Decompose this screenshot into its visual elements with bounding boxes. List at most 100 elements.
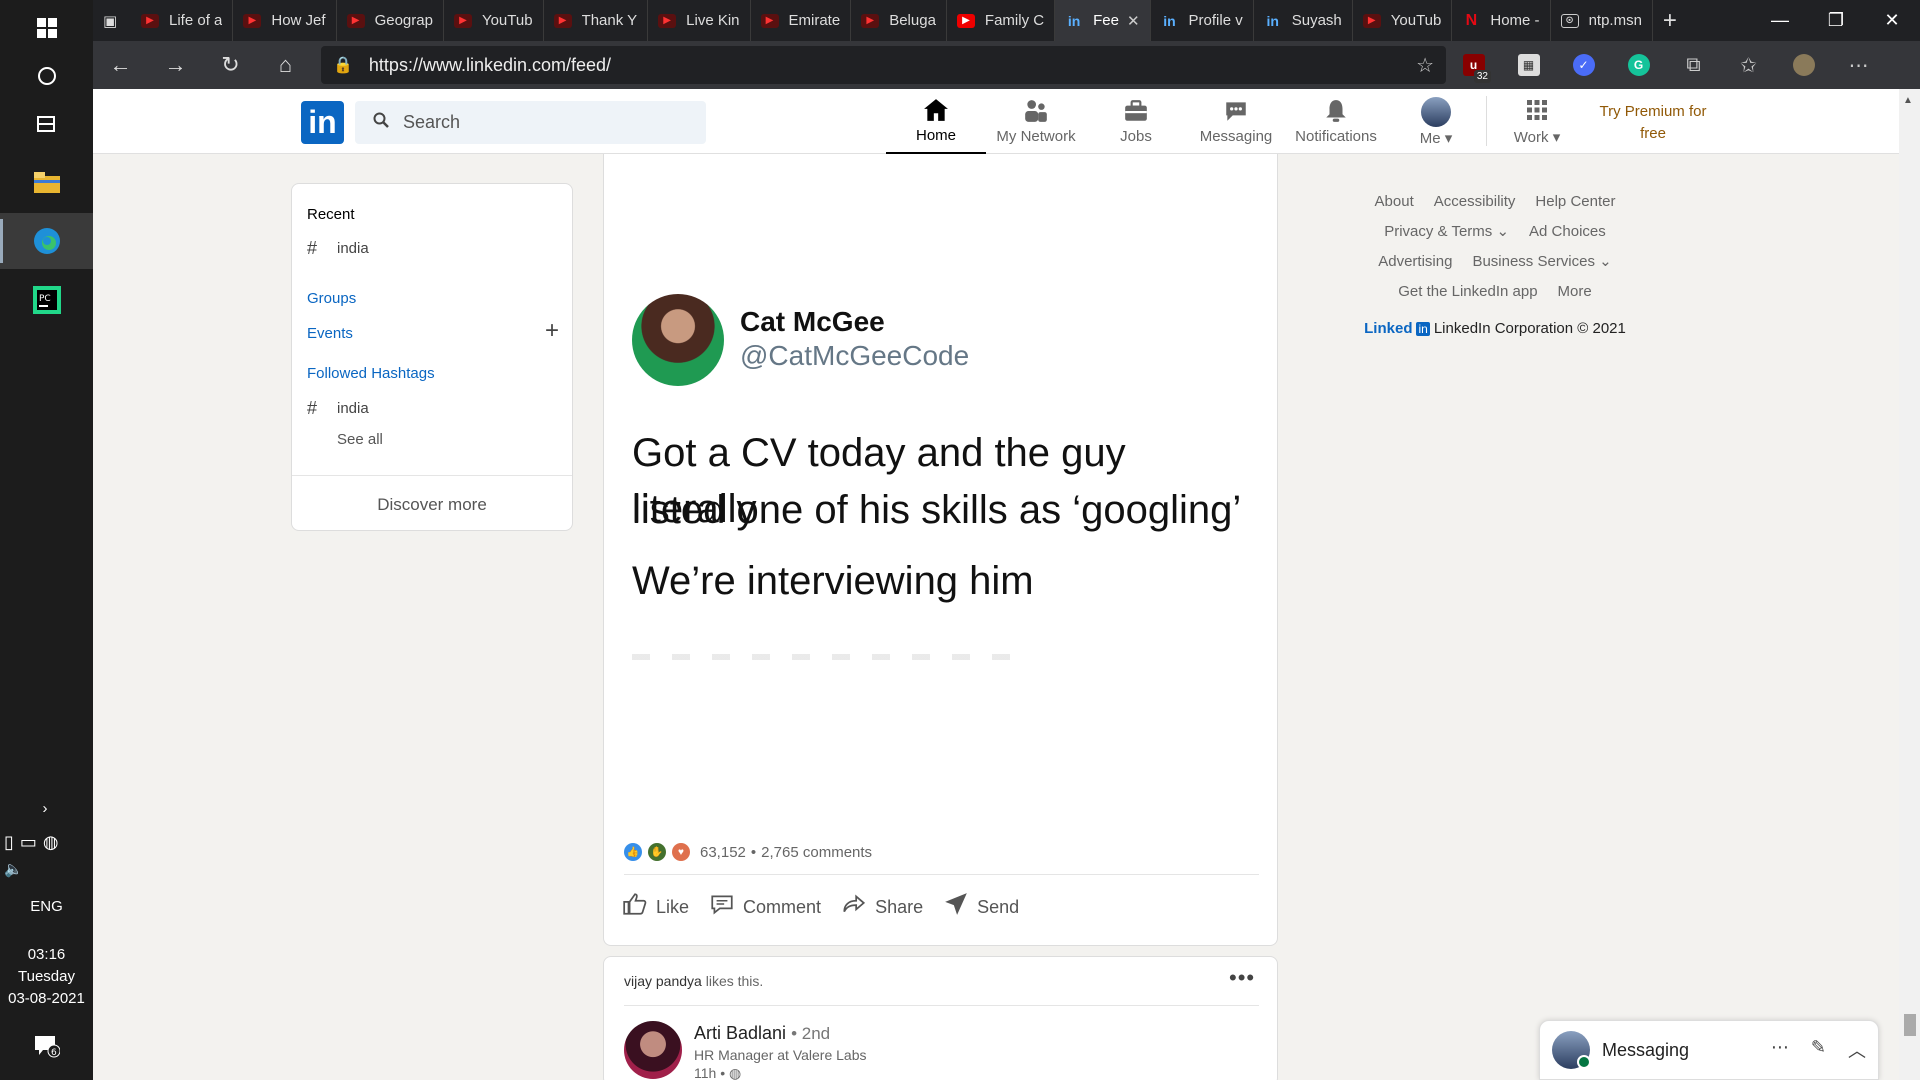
events-link[interactable]: Events [307,325,353,342]
send-button[interactable]: Send [943,891,1019,924]
comment-button[interactable]: Comment [709,891,821,924]
address-bar[interactable]: 🔒 https://www.linkedin.com/feed/ ☆ [321,46,1446,84]
home-browser-icon[interactable]: ⌂ [258,41,313,89]
browser-tab[interactable]: ▶ YouTub [444,0,544,41]
back-icon[interactable]: ← [93,41,148,89]
clock-time[interactable]: 03:16 [0,946,93,963]
author-name[interactable]: Arti Badlani [694,1023,786,1043]
author-name-row[interactable]: Arti Badlani • 2nd [694,1023,830,1044]
linkedin-logo[interactable]: in [301,101,344,144]
browser-tabstrip: ▣ ▶ Life of a ▶ How Jef ▶ Geograp ▶ YouTub ▶ Than… [93,0,1920,41]
extensions-puzzle-icon[interactable]: ⧉ [1666,41,1721,89]
accessibility-link[interactable]: Accessibility [1434,193,1516,210]
get-app-link[interactable]: Get the LinkedIn app [1398,283,1537,300]
nav-my-network[interactable]: My Network [986,89,1086,154]
discover-more-button[interactable]: Discover more [292,495,572,515]
chevron-up-icon[interactable]: ︿ [1848,1037,1866,1063]
browser-menu-icon[interactable]: ⋯ [1831,41,1886,89]
add-event-icon[interactable]: + [545,317,559,345]
refresh-icon[interactable]: ↻ [203,41,258,89]
advertising-link[interactable]: Advertising [1378,253,1452,270]
followed-hashtag-item[interactable]: # india [307,398,369,419]
device-icon[interactable]: ▯ [4,832,14,853]
ublock-extension-icon[interactable]: u 32 [1446,41,1501,89]
close-window-button[interactable]: ✕ [1864,0,1920,41]
clock-date[interactable]: 03-08-2021 [0,990,93,1007]
restore-button[interactable]: ❐ [1808,0,1864,41]
url-text[interactable]: https://www.linkedin.com/feed/ [369,55,611,76]
forward-icon[interactable]: → [148,41,203,89]
nav-home[interactable]: Home [886,89,986,154]
search-input[interactable]: Search [355,101,706,144]
share-button[interactable]: Share [841,891,923,924]
nav-work[interactable]: Work ▾ [1487,89,1587,154]
battery-icon[interactable]: ▭ [20,832,37,853]
try-premium-link[interactable]: Try Premium for free [1593,101,1713,145]
followed-hashtags-link[interactable]: Followed Hashtags [307,365,435,382]
browser-tab[interactable]: ▶ Live Kin [648,0,751,41]
about-link[interactable]: About [1375,193,1414,210]
browser-tab[interactable]: in Suyash [1254,0,1353,41]
browser-tab[interactable]: ▶ Thank Y [544,0,649,41]
author-avatar[interactable] [624,1021,682,1079]
browser-tab[interactable]: ▶ How Jef [233,0,337,41]
reaction-count[interactable]: 63,152 [700,844,746,861]
new-tab-button[interactable]: + [1653,0,1687,41]
browser-tab[interactable]: in Fee ✕ [1055,0,1151,41]
more-options-icon[interactable]: ⋯ [1771,1037,1789,1063]
edge-browser-icon[interactable] [0,213,93,269]
lock-icon[interactable]: 🔒 [333,55,353,75]
browser-tab[interactable]: ▶ Beluga [851,0,947,41]
show-hidden-icons[interactable]: › [30,800,60,817]
browser-tab[interactable]: ▶ Emirate [751,0,852,41]
clock-day[interactable]: Tuesday [0,968,93,985]
browser-tab[interactable]: ▶ Family C [947,0,1056,41]
browser-tab[interactable]: ▶ YouTub [1353,0,1453,41]
browser-tab[interactable]: in Profile v [1151,0,1254,41]
task-view-icon[interactable] [0,96,93,152]
browser-tab[interactable]: ⊙ ntp.msn [1551,0,1653,41]
profile-avatar-icon[interactable] [1776,41,1831,89]
volume-icon[interactable]: 🔈 [4,860,97,878]
favorites-icon[interactable]: ✩ [1721,41,1776,89]
more-link[interactable]: More [1558,283,1592,300]
minimize-button[interactable]: — [1752,0,1808,41]
nav-notifications[interactable]: Notifications [1286,89,1386,154]
action-center-icon[interactable]: 6 [0,1034,93,1062]
nav-jobs[interactable]: Jobs [1086,89,1186,154]
network-globe-icon[interactable]: ◍ [43,832,59,853]
nav-me[interactable]: Me ▾ [1386,89,1486,154]
page-scrollbar[interactable]: ▲ [1899,89,1920,1080]
browser-tab[interactable]: ▶ Geograp [337,0,444,41]
pycharm-icon[interactable]: PC [0,272,93,328]
privacy-terms-link[interactable]: Privacy & Terms ⌄ [1384,222,1509,240]
groups-link[interactable]: Groups [307,290,356,307]
scroll-thumb[interactable] [1904,1014,1916,1036]
copyright-text: LinkedIn Corporation © 2021 [1433,320,1626,337]
compose-icon[interactable]: ✎ [1811,1037,1826,1063]
scroll-up-arrow-icon[interactable]: ▲ [1903,95,1913,106]
help-center-link[interactable]: Help Center [1535,193,1615,210]
browser-tab[interactable]: N Home - [1452,0,1551,41]
see-all-link[interactable]: See all [337,431,383,448]
messaging-panel[interactable]: Messaging ⋯ ✎ ︿ [1539,1020,1879,1080]
file-explorer-icon[interactable] [0,154,93,210]
browser-tab[interactable]: ▶ Life of a [131,0,234,41]
grammarly-icon[interactable]: G [1611,41,1666,89]
post-more-options-icon[interactable]: ••• [1229,965,1255,991]
reactions-summary[interactable]: 👍 ✋ ♥ 63,152 • 2,765 comments [624,843,872,861]
close-tab-icon[interactable]: ✕ [1127,12,1140,30]
like-button[interactable]: Like [622,891,689,924]
extension-icon-2[interactable]: ▦ [1501,41,1556,89]
comment-count[interactable]: 2,765 comments [761,844,872,861]
nav-messaging[interactable]: Messaging [1186,89,1286,154]
business-services-link[interactable]: Business Services ⌄ [1472,252,1611,270]
tab-actions-icon[interactable]: ▣ [93,0,131,41]
language-indicator[interactable]: ENG [0,898,93,915]
extension-icon-3[interactable]: ✓ [1556,41,1611,89]
add-favorite-icon[interactable]: ☆ [1416,53,1434,78]
nav-home-label: Home [915,127,956,144]
ad-choices-link[interactable]: Ad Choices [1529,223,1606,240]
liker-name[interactable]: vijay pandya [624,973,702,989]
recent-hashtag-item[interactable]: # india [307,238,369,259]
